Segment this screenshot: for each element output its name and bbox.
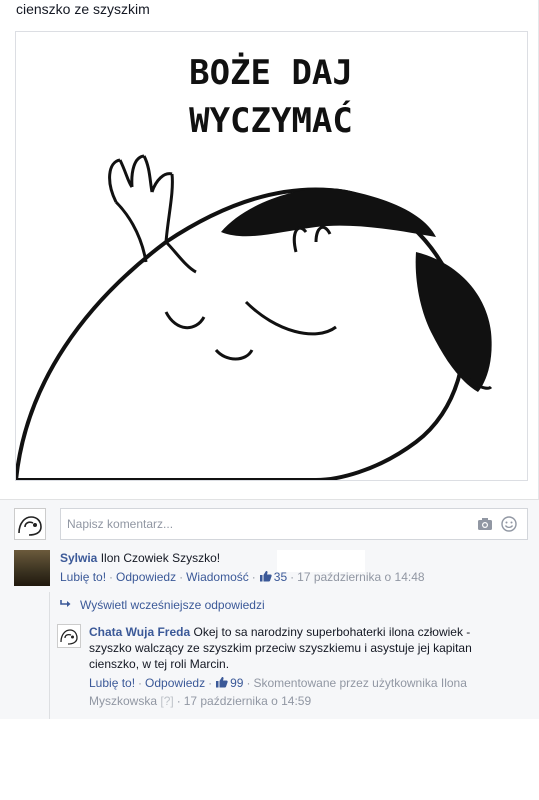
reply-link[interactable]: Odpowiedz [145,676,205,690]
comment-input[interactable] [61,509,461,539]
message-link[interactable]: Wiadomość [186,570,249,584]
comment-composer [14,508,528,540]
comment-input-box[interactable] [60,508,528,540]
comment-author[interactable]: Chata Wuja Freda [89,625,190,639]
smiley-icon[interactable] [501,516,517,532]
page-logo-icon [18,516,42,536]
post-image[interactable]: BOŻE DAJ WYCZYMAĆ [15,31,528,481]
redacted-area [277,550,365,572]
post-card: cienszko ze szyszkim BOŻE DAJ WYCZYMAĆ [0,0,539,499]
thumbs-up-icon [216,676,228,688]
reply-link[interactable]: Odpowiedz [116,570,176,584]
comment-text: Ilon Czowiek Szyszko! [100,551,221,565]
page-avatar[interactable] [14,508,46,540]
like-count[interactable]: 35 [274,570,287,584]
like-link[interactable]: Lubię to! [89,676,135,690]
reply-arrow-icon [60,600,71,607]
comment-author[interactable]: Sylwia [60,551,97,565]
reply-thread-line [49,592,50,720]
page-logo-icon [60,629,78,645]
meme-caption-line2: WYCZYMAĆ [189,100,353,141]
post-text: cienszko ze szyszkim [16,1,150,17]
comment-timestamp[interactable]: 17 października o 14:48 [297,570,424,584]
comments-section: Sylwia Ilon Czowiek Szyszko! Lubię to!·O… [0,499,539,720]
camera-icon[interactable] [477,517,493,531]
thumbs-up-icon [259,570,272,582]
view-previous-label[interactable]: Wyświetl wcześniejsze odpowiedzi [80,598,265,612]
comment-timestamp[interactable]: 17 października o 14:59 [184,694,311,708]
meme-caption-line1: BOŻE DAJ [189,52,353,93]
comment-body: Chata Wuja Freda Okej to sa narodziny su… [89,624,489,710]
comment-actions: Lubię to! · Odpowiedz · 99 · Skomentowane prze… [89,676,467,708]
meme-drawing: BOŻE DAJ WYCZYMAĆ [16,52,493,480]
view-previous-replies[interactable]: Wyświetl wcześniejsze odpowiedzi [60,598,265,612]
comment-content: Chata Wuja Freda Okej to sa narodziny su… [89,624,489,672]
like-count[interactable]: 99 [230,676,243,690]
commenter-avatar[interactable] [57,624,81,648]
commenter-avatar[interactable] [14,550,50,586]
help-mark[interactable]: [?] [160,694,173,708]
like-link[interactable]: Lubię to! [60,570,106,584]
page-bottom [0,719,539,800]
